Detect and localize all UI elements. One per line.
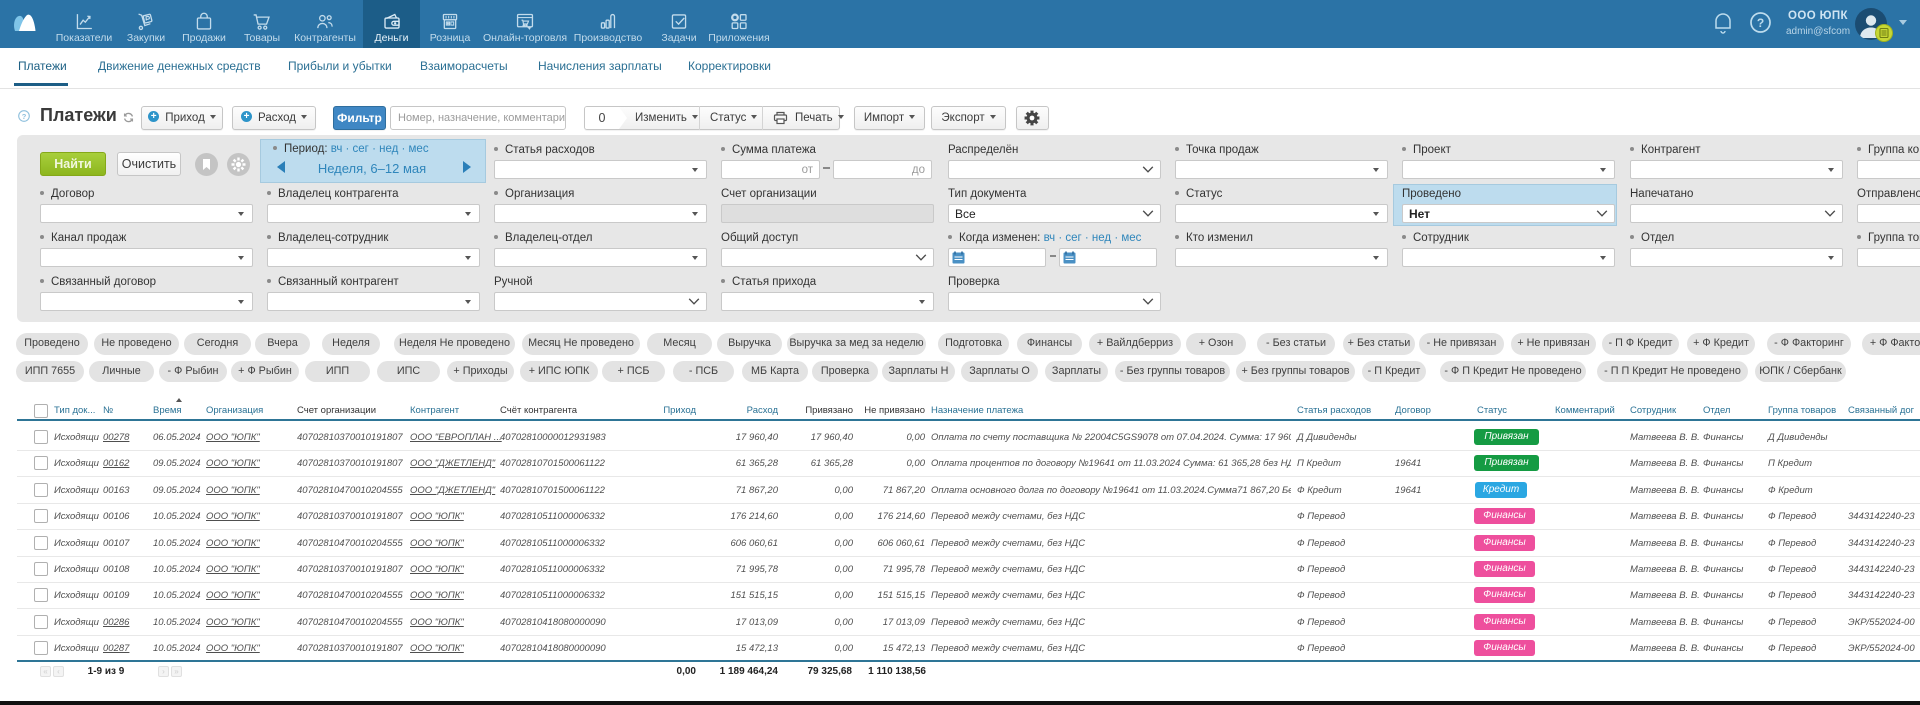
- svg-text:?: ?: [22, 112, 27, 121]
- svg-text:?: ?: [1757, 16, 1764, 30]
